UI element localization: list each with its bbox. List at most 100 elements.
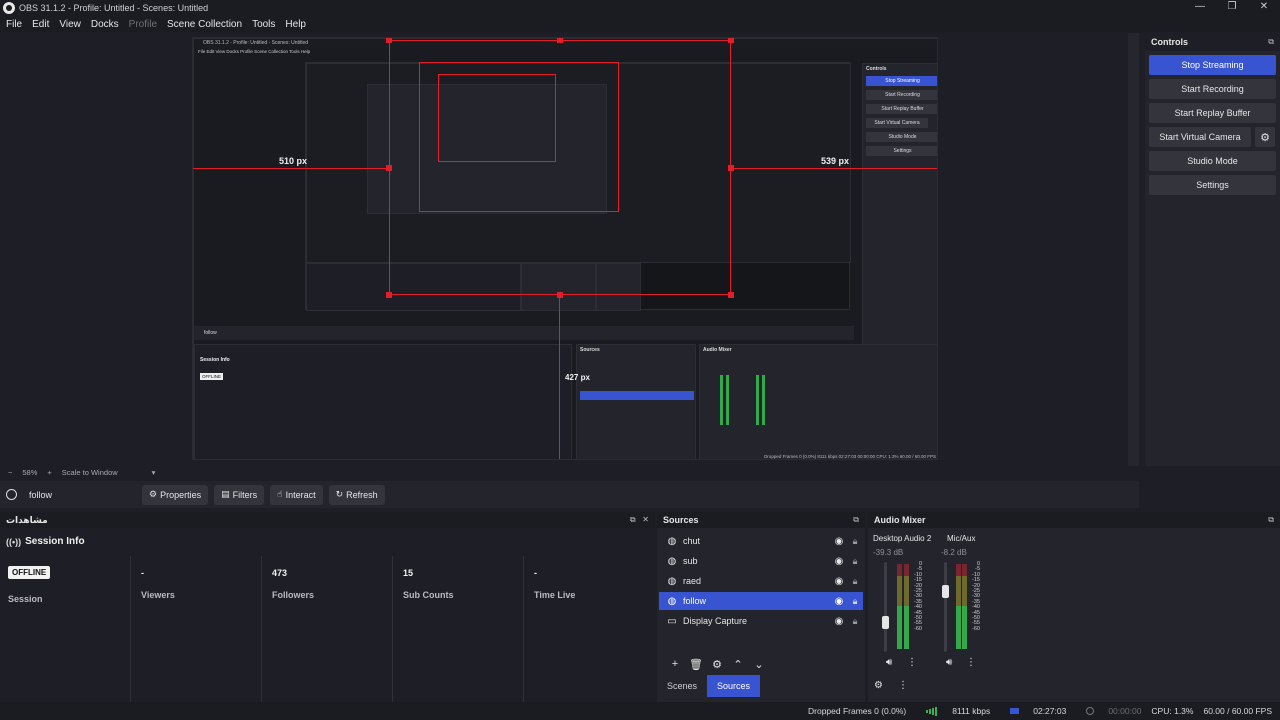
undock-icon[interactable]: ⧉ [630,515,636,524]
handle-bl[interactable] [386,292,392,298]
stat-label: Sub Counts [403,590,454,600]
start-virtual-camera-button[interactable]: Start Virtual Camera [1149,127,1251,147]
tab-sources[interactable]: Sources [707,675,761,697]
close-dock-icon[interactable]: ✕ [642,515,649,524]
eye-icon[interactable]: ◉ [831,556,847,567]
source-name: sub [683,556,698,566]
undock-icon[interactable]: ⧉ [1268,515,1274,525]
bitrate-value: 8111 kbps [952,706,991,716]
handle-mr[interactable] [728,165,734,171]
measure-bottom-label: 427 px [565,373,590,382]
menu-tools[interactable]: Tools [252,19,275,30]
volume-knob-desktop[interactable] [882,616,889,629]
settings-button[interactable]: Settings [1149,175,1276,195]
menu-profile[interactable]: Profile [129,19,157,30]
preview-scrollbar[interactable] [1128,33,1139,466]
session-info-title: Session Info [25,536,85,547]
measure-left-label: 510 px [279,156,308,166]
minimize-button[interactable]: — [1184,0,1216,16]
level-meter [897,564,902,649]
status-badge: OFFLINE [8,566,51,579]
studio-mode-button[interactable]: Studio Mode [1149,151,1276,171]
sources-dock-header: Sources ⧉ [657,512,865,528]
start-recording-button[interactable]: Start Recording [1149,79,1276,99]
interact-button[interactable]: ☝ Interact [270,484,323,505]
nested-virtual-camera: Start Virtual Camera [866,118,928,128]
lock-icon[interactable]: 🔒︎ [847,576,863,587]
nested-meter-2 [726,375,729,425]
undock-icon[interactable]: ⧉ [853,515,859,525]
tab-scenes[interactable]: Scenes [657,675,708,697]
stream-time: 02:27:03 [1000,706,1066,716]
menu-view[interactable]: View [59,19,81,30]
menu-edit[interactable]: Edit [32,19,49,30]
nested-session-dock: Session Info OFFLINE [194,344,572,459]
preview-canvas[interactable]: OBS 31.1.2 - Profile: Untitled - Scenes:… [192,37,938,460]
chevron-down-icon[interactable]: ▾ [152,468,156,477]
scale-mode[interactable]: Scale to Window [62,468,118,477]
zoom-in-button[interactable]: + [47,468,51,477]
start-replay-buffer-button[interactable]: Start Replay Buffer [1149,103,1276,123]
channel-db: -8.2 dB [941,548,967,557]
eye-icon[interactable]: ◉ [831,576,847,587]
handle-tl[interactable] [386,38,392,43]
meter-scale-tick: -60 [914,625,922,632]
handle-tc[interactable] [557,38,563,43]
handle-tr[interactable] [728,38,734,43]
virtual-camera-gear-icon[interactable]: ⚙ [1255,127,1275,147]
current-source: follow [6,489,142,500]
undock-icon[interactable]: ⧉ [1268,37,1274,47]
stat-label: Time Live [534,590,576,600]
zoom-out-button[interactable]: − [8,468,12,477]
menu-scene-collection[interactable]: Scene Collection [167,19,242,30]
volume-knob-mic[interactable] [942,585,949,598]
move-up-icon[interactable]: ⌃ [728,658,748,671]
window-titlebar: OBS 31.1.2 - Profile: Untitled - Scenes:… [0,0,1280,16]
nested-replay-buffer: Start Replay Buffer [866,104,937,114]
volume-slider-desktop[interactable] [884,562,887,652]
menu-docks[interactable]: Docks [91,19,119,30]
lock-icon[interactable]: 🔒︎ [847,596,863,607]
zoom-level: 58% [22,468,38,477]
source-name: raed [683,576,702,586]
menu-file[interactable]: File [6,19,22,30]
eye-icon[interactable]: ◉ [831,536,847,547]
bitrate: 8111 kbps [916,706,990,716]
gear-icon[interactable]: ⚙ [707,658,727,671]
handle-bc[interactable] [557,292,563,298]
kebab-menu-icon[interactable]: ⋮ [898,680,908,691]
lock-icon[interactable]: 🔒︎ [847,536,863,547]
eye-icon[interactable]: ◉ [831,596,847,607]
nested-settings: Settings [866,146,937,156]
advanced-audio-icon[interactable]: ⚙ [874,680,883,691]
speaker-icon[interactable]: 🔊︎ [946,657,952,668]
kebab-menu-icon[interactable]: ⋮ [966,657,976,668]
move-down-icon[interactable]: ⌄ [749,658,769,671]
filters-button[interactable]: ▤ Filters [214,484,265,505]
handle-br[interactable] [728,292,734,298]
source-item-raed[interactable]: ◍ raed ◉ 🔒︎ [659,572,863,590]
volume-slider-mic[interactable] [944,562,947,652]
source-item-display-capture[interactable]: ▭ Display Capture ◉ 🔒︎ [659,612,863,630]
source-item-sub[interactable]: ◍ sub ◉ 🔒︎ [659,552,863,570]
kebab-menu-icon[interactable]: ⋮ [907,657,917,668]
source-item-follow[interactable]: ◍ follow ◉ 🔒︎ [659,592,863,610]
stop-streaming-button[interactable]: Stop Streaming [1149,55,1276,75]
refresh-button[interactable]: ↻ Refresh [328,484,385,505]
lock-icon[interactable]: 🔒︎ [847,616,863,627]
channel-name: Desktop Audio 2 [873,534,932,543]
properties-button[interactable]: ⚙ Properties [142,484,209,505]
trash-icon[interactable]: 🗑︎ [686,658,706,671]
eye-icon[interactable]: ◉ [831,616,847,627]
lock-icon[interactable]: 🔒︎ [847,556,863,567]
maximize-button[interactable]: ❐ [1216,0,1248,16]
close-button[interactable]: ✕ [1248,0,1280,16]
nested-bounding-box-2 [438,74,556,162]
nested-meter-4 [762,375,765,425]
speaker-icon[interactable]: 🔊︎ [886,657,892,668]
source-item-chut[interactable]: ◍ chut ◉ 🔒︎ [659,532,863,550]
menu-help[interactable]: Help [285,19,306,30]
add-source-icon[interactable]: + [665,658,685,671]
handle-ml[interactable] [386,165,392,171]
preview-area[interactable]: OBS 31.1.2 - Profile: Untitled - Scenes:… [0,33,1139,466]
